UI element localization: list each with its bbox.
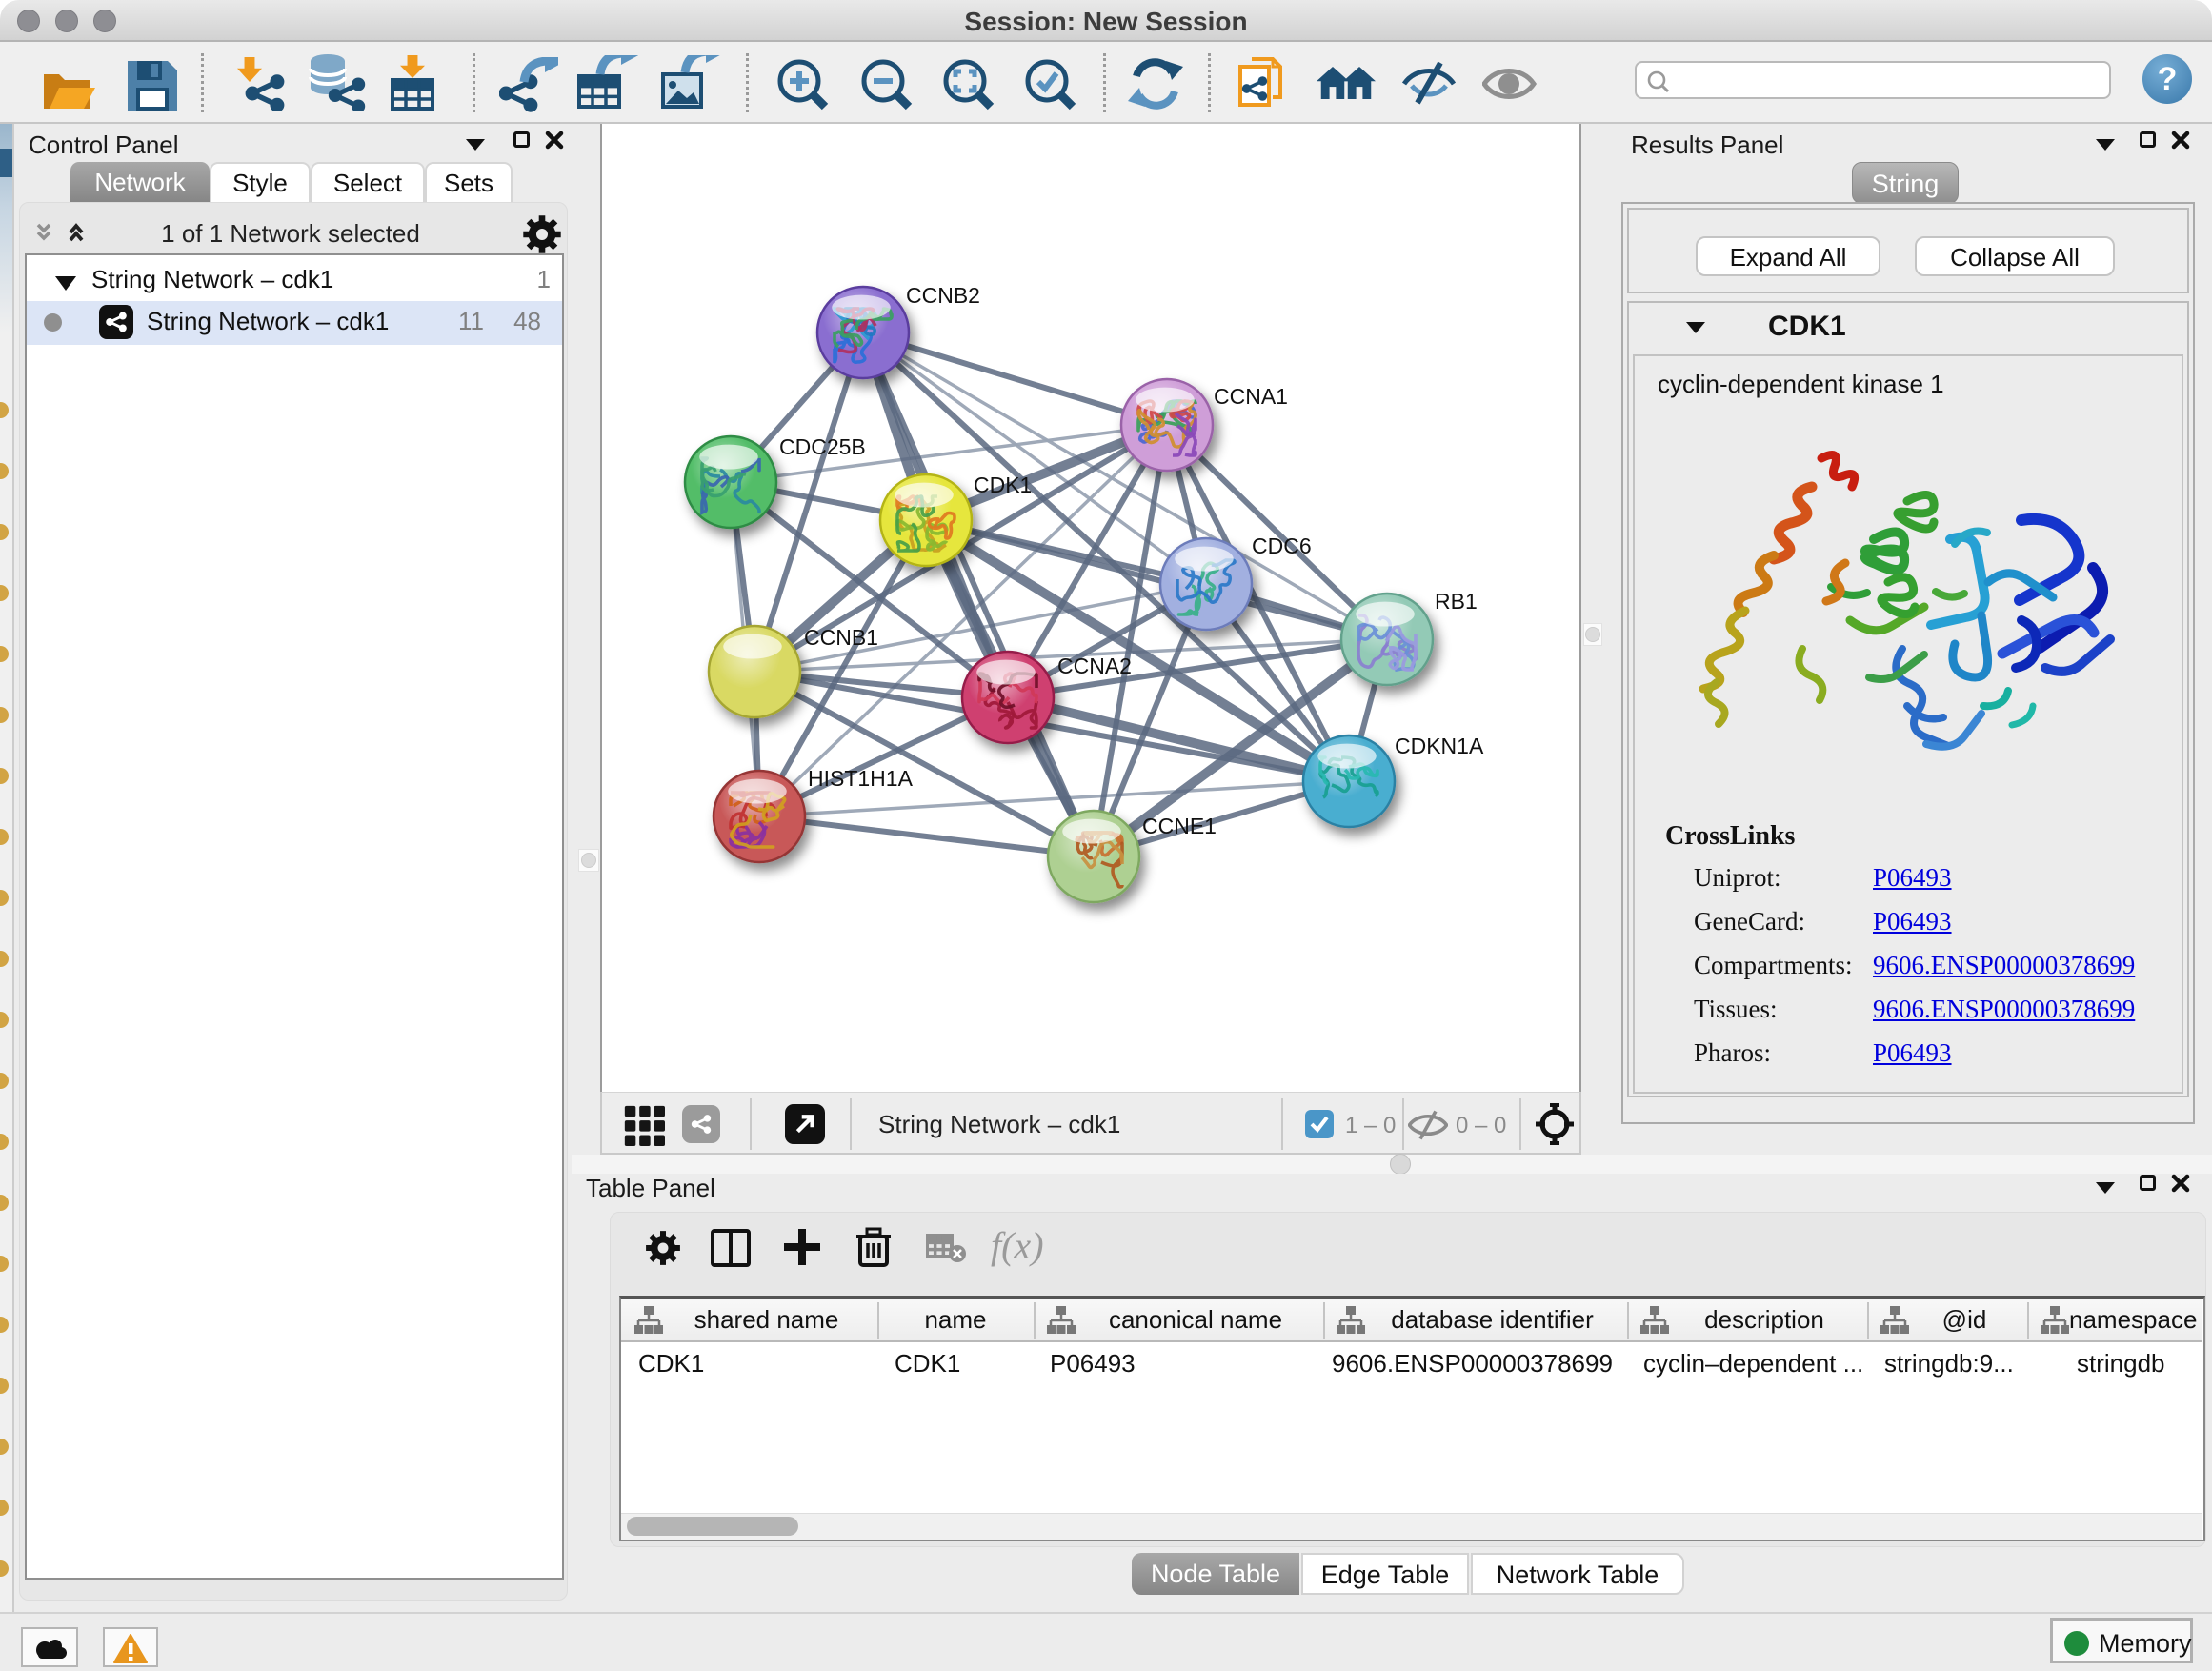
- svg-text:CCNE1: CCNE1: [1142, 814, 1217, 838]
- svg-text:RB1: RB1: [1435, 589, 1478, 614]
- svg-text:CDC25B: CDC25B: [779, 434, 866, 459]
- svg-text:CDC6: CDC6: [1252, 534, 1312, 558]
- svg-text:CDKN1A: CDKN1A: [1395, 734, 1484, 758]
- svg-text:CCNB2: CCNB2: [906, 283, 980, 308]
- svg-text:CDK1: CDK1: [974, 473, 1032, 497]
- svg-text:?: ?: [2158, 61, 2178, 97]
- svg-text:CCNA2: CCNA2: [1057, 654, 1132, 678]
- svg-text:CCNB1: CCNB1: [804, 625, 878, 650]
- svg-text:CCNA1: CCNA1: [1214, 384, 1288, 409]
- svg-text:HIST1H1A: HIST1H1A: [808, 766, 914, 791]
